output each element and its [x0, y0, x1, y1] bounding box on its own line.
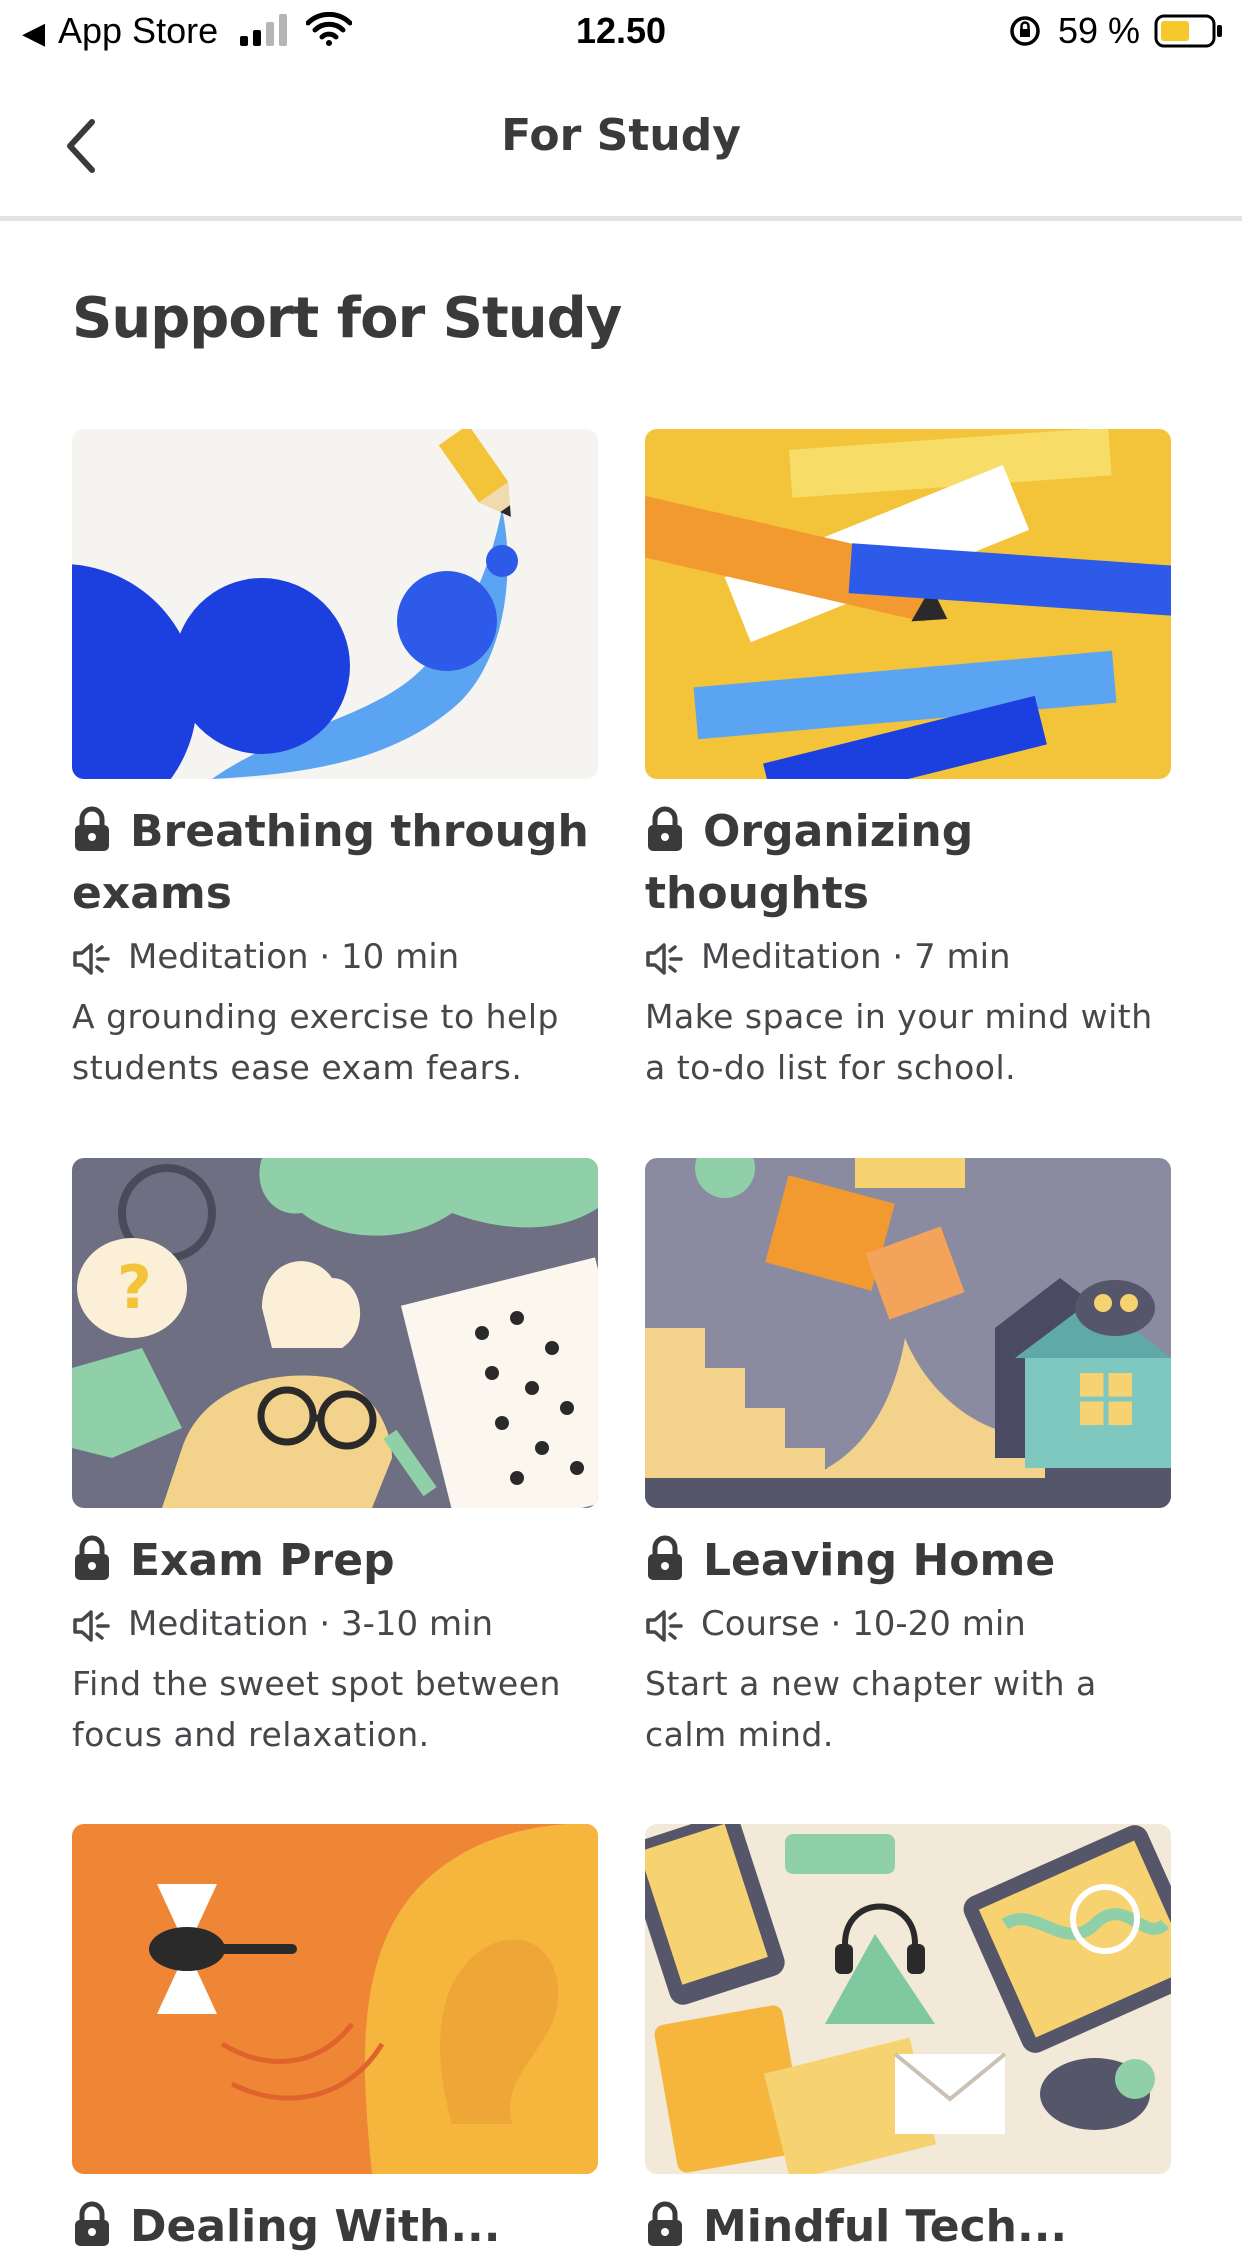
- leaving-home-illustration: [645, 1158, 1171, 1508]
- card-meta: Meditation · 7 min: [645, 931, 1171, 983]
- organizing-illustration: [645, 429, 1171, 779]
- card-description: A grounding exercise to help students ea…: [72, 997, 559, 1087]
- page-title: For Study: [501, 110, 741, 161]
- rotation-lock-icon: [1010, 16, 1040, 46]
- card-meta: Course · 10-20 min: [645, 1598, 1171, 1650]
- exam-prep-illustration: ?: [72, 1158, 598, 1508]
- card-description: Find the sweet spot between focus and re…: [72, 1664, 561, 1754]
- card-organizing-thoughts[interactable]: Organizing thoughts Meditation · 7 min M…: [645, 429, 1171, 1093]
- card-description: Make space in your mind with a to-do lis…: [645, 997, 1153, 1087]
- card-meta: Meditation · 10 min: [72, 931, 598, 983]
- navigation-bar: For Study: [0, 64, 1242, 221]
- card-title: Mindful Tech...: [645, 2196, 1171, 2258]
- card-title: Organizing thoughts: [645, 806, 974, 919]
- breathing-illustration: [72, 429, 598, 779]
- lock-icon: [75, 806, 109, 851]
- lock-icon: [648, 806, 682, 851]
- card-title: Exam Prep: [72, 1530, 598, 1592]
- card-title: Dealing With...: [72, 2196, 598, 2258]
- mindful-tech-illustration: [645, 1824, 1171, 2174]
- card-title: Breathing through exams: [72, 806, 589, 919]
- card-leaving-home[interactable]: Leaving Home Course · 10-20 min Start a …: [645, 1158, 1171, 1760]
- lock-icon: [648, 1535, 682, 1580]
- svg-text:?: ?: [117, 1253, 152, 1323]
- card-title: Leaving Home: [645, 1530, 1171, 1592]
- battery-icon: [1154, 14, 1222, 48]
- card-description: Start a new chapter with a calm mind.: [645, 1664, 1097, 1754]
- card-mindful-tech[interactable]: Mindful Tech...: [645, 1824, 1171, 2258]
- audio-icon: [646, 1610, 683, 1642]
- battery-percent: 59 %: [1058, 10, 1141, 51]
- status-bar: ◀ App Store 12.50 59 %: [0, 0, 1242, 64]
- ear-illustration: [72, 1824, 598, 2174]
- card-breathing-through-exams[interactable]: Breathing through exams Meditation · 10 …: [72, 429, 598, 1093]
- audio-icon: [73, 943, 110, 975]
- card-meta: Meditation · 3-10 min: [72, 1598, 598, 1650]
- audio-icon: [646, 943, 683, 975]
- section-heading: Support for Study: [72, 286, 622, 351]
- card-exam-prep[interactable]: ? Exam Prep Meditation · 3-10 min Find t…: [72, 1158, 598, 1760]
- audio-icon: [73, 1610, 110, 1642]
- lock-icon: [75, 1535, 109, 1580]
- card-dealing-with[interactable]: Dealing With...: [72, 1824, 598, 2258]
- clock: 12.50: [575, 10, 667, 51]
